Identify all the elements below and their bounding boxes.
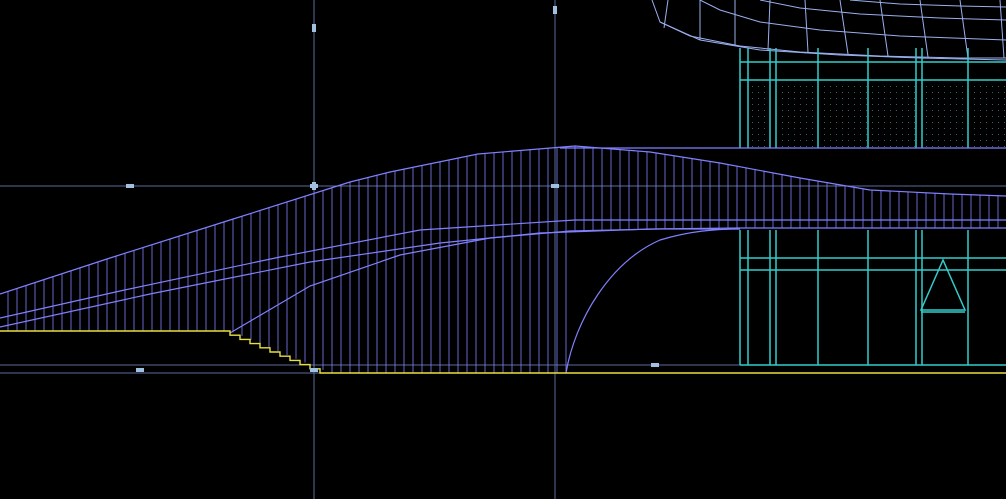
- roof-mesh-rib: [839, 0, 849, 55]
- cad-viewport[interactable]: [0, 0, 1006, 499]
- roof-mesh-rib: [919, 0, 929, 58]
- roof-edge-line: [651, 0, 1006, 59]
- canopy-lower-line: [229, 228, 720, 334]
- cad-drawing-canvas[interactable]: [0, 0, 1006, 499]
- roof-shell-mesh: [651, 0, 1006, 61]
- glazing-panel-infill: [819, 81, 867, 147]
- canopy-arch-outline: [565, 228, 741, 374]
- glazing-panel-infill: [749, 81, 769, 147]
- roof-mesh-line: [849, 0, 1006, 8]
- entrance-triangle: [919, 258, 967, 311]
- grid-marker: [651, 363, 659, 367]
- grid-marker: [551, 184, 559, 188]
- glazing-panel-infill: [869, 81, 915, 147]
- glazing-curtain-wall: [739, 48, 1006, 366]
- canopy-structure: [0, 145, 1006, 374]
- glazing-panel-infill: [923, 81, 967, 147]
- grid-marker: [136, 368, 144, 372]
- grid-marker: [553, 6, 557, 14]
- glazing-panel-infill: [969, 81, 1005, 147]
- roof-edge-line: [659, 21, 1006, 61]
- grid-marker: [312, 24, 316, 32]
- ground-step-profile: [0, 330, 740, 374]
- grid-marker: [310, 368, 318, 372]
- roof-mesh-rib: [879, 0, 889, 57]
- roof-mesh-rib: [959, 0, 969, 59]
- roof-mesh-rib: [767, 0, 771, 51]
- glazing-panel-infill: [777, 81, 817, 147]
- grid-marker: [312, 182, 316, 190]
- grid-marker: [126, 184, 134, 188]
- roof-mesh-rib: [804, 0, 809, 53]
- roof-mesh-rib: [999, 0, 1005, 59]
- roof-mesh-rib: [663, 0, 669, 29]
